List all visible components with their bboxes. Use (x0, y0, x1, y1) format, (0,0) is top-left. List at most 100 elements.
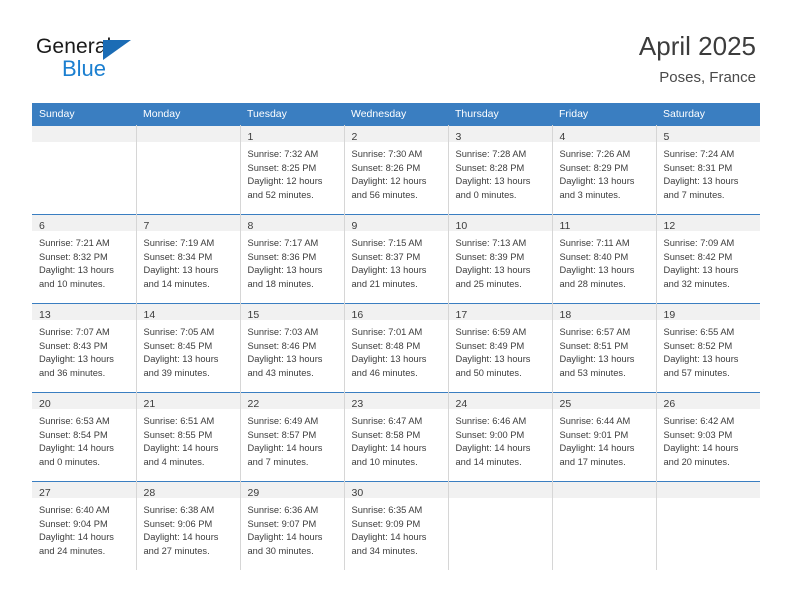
day-cell-body: Sunrise: 6:51 AM Sunset: 8:55 PM Daylight:… (137, 410, 240, 469)
day-number: 1 (247, 131, 254, 143)
calendar-day-cell[interactable]: 23 Sunrise: 6:47 AM Sunset: 8:58 PM Dayligh… (344, 392, 449, 482)
day-cell-body: Sunrise: 7:26 AM Sunset: 8:29 PM Daylight:… (553, 143, 656, 202)
day-cell-body: Sunrise: 7:15 AM Sunset: 8:37 PM Daylight:… (345, 232, 448, 291)
blue-triangle-icon (103, 40, 131, 60)
day-number-strip: 15 (240, 304, 344, 321)
daylight-text-line1: Daylight: 14 hours (247, 532, 323, 543)
sunset-text: Sunset: 8:51 PM (559, 340, 629, 351)
day-number: 14 (143, 309, 156, 321)
daylight-text-line1: Daylight: 14 hours (143, 443, 219, 454)
day-number-strip: 8 (240, 215, 344, 232)
sunrise-text: Sunrise: 7:17 AM (247, 238, 319, 248)
calendar-day-cell[interactable]: 5 Sunrise: 7:24 AM Sunset: 8:31 PM Daylight… (656, 125, 760, 215)
sunset-text: Sunset: 8:25 PM (247, 162, 317, 173)
day-cell-body: Sunrise: 7:11 AM Sunset: 8:40 PM Daylight:… (553, 232, 656, 291)
calendar-day-cell[interactable]: 21 Sunrise: 6:51 AM Sunset: 8:55 PM Dayligh… (136, 392, 241, 482)
day-cell-body: Sunrise: 6:44 AM Sunset: 9:01 PM Daylight:… (553, 410, 656, 469)
day-number: 26 (663, 398, 676, 410)
daylight-text-line2: and 57 minutes. (663, 367, 730, 378)
sunset-text: Sunset: 8:49 PM (455, 340, 525, 351)
sunset-text: Sunset: 8:48 PM (351, 340, 421, 351)
day-number-strip (136, 126, 240, 143)
calendar-day-cell[interactable]: 3 Sunrise: 7:28 AM Sunset: 8:28 PM Daylight… (448, 125, 553, 215)
calendar-week-row: 27 Sunrise: 6:40 AM Sunset: 9:04 PM Dayligh… (32, 481, 760, 570)
calendar-day-cell[interactable]: 20 Sunrise: 6:53 AM Sunset: 8:54 PM Dayligh… (32, 392, 137, 482)
calendar-day-cell[interactable]: 12 Sunrise: 7:09 AM Sunset: 8:42 PM Dayligh… (656, 214, 760, 304)
daylight-text-line1: Daylight: 14 hours (455, 443, 531, 454)
daylight-text-line1: Daylight: 14 hours (143, 532, 219, 543)
calendar-day-cell[interactable]: 24 Sunrise: 6:46 AM Sunset: 9:00 PM Dayligh… (448, 392, 553, 482)
day-cell-body: Sunrise: 7:07 AM Sunset: 8:43 PM Daylight:… (32, 321, 136, 380)
calendar-day-cell[interactable]: 22 Sunrise: 6:49 AM Sunset: 8:57 PM Dayligh… (240, 392, 345, 482)
calendar-day-cell[interactable]: 29 Sunrise: 6:36 AM Sunset: 9:07 PM Dayligh… (240, 481, 345, 570)
calendar-day-cell[interactable]: 25 Sunrise: 6:44 AM Sunset: 9:01 PM Dayligh… (552, 392, 657, 482)
day-number: 18 (559, 309, 572, 321)
daylight-text-line1: Daylight: 13 hours (559, 354, 635, 365)
calendar-day-cell-empty (136, 125, 241, 215)
day-cell-body: Sunrise: 7:17 AM Sunset: 8:36 PM Daylight:… (241, 232, 344, 291)
calendar-day-cell[interactable]: 11 Sunrise: 7:11 AM Sunset: 8:40 PM Dayligh… (552, 214, 657, 304)
daylight-text-line2: and 20 minutes. (663, 456, 730, 467)
weekday-header-saturday: Saturday (656, 103, 760, 126)
calendar-day-cell[interactable]: 30 Sunrise: 6:35 AM Sunset: 9:09 PM Dayligh… (344, 481, 449, 570)
daylight-text-line2: and 0 minutes. (455, 189, 517, 200)
day-number: 13 (39, 309, 51, 321)
day-number-strip: 2 (344, 126, 448, 143)
day-number: 2 (351, 131, 358, 143)
day-number: 30 (351, 487, 364, 499)
sunset-text: Sunset: 8:52 PM (663, 340, 733, 351)
day-number: 15 (247, 309, 260, 321)
calendar-day-cell[interactable]: 13 Sunrise: 7:07 AM Sunset: 8:43 PM Dayligh… (32, 303, 137, 393)
sunset-text: Sunset: 8:45 PM (143, 340, 213, 351)
daylight-text-line1: Daylight: 13 hours (663, 265, 739, 276)
sunset-text: Sunset: 9:09 PM (351, 518, 421, 529)
sunset-text: Sunset: 8:40 PM (559, 251, 629, 262)
day-cell-body: Sunrise: 7:32 AM Sunset: 8:25 PM Daylight:… (241, 143, 344, 202)
day-number-strip: 26 (656, 393, 760, 410)
day-number: 23 (351, 398, 364, 410)
calendar-day-cell[interactable]: 16 Sunrise: 7:01 AM Sunset: 8:48 PM Dayligh… (344, 303, 449, 393)
day-number-strip: 25 (552, 393, 656, 410)
day-number-strip: 5 (656, 126, 760, 143)
daylight-text-line2: and 25 minutes. (455, 278, 522, 289)
daylight-text-line2: and 28 minutes. (559, 278, 626, 289)
sunrise-text: Sunrise: 7:09 AM (663, 238, 735, 248)
calendar-day-cell[interactable]: 19 Sunrise: 6:55 AM Sunset: 8:52 PM Dayligh… (656, 303, 760, 393)
daylight-text-line2: and 46 minutes. (351, 367, 418, 378)
sunset-text: Sunset: 8:34 PM (143, 251, 213, 262)
sunset-text: Sunset: 9:00 PM (455, 429, 525, 440)
day-number-strip: 3 (448, 126, 552, 143)
day-number: 10 (455, 220, 468, 232)
calendar-day-cell[interactable]: 1 Sunrise: 7:32 AM Sunset: 8:25 PM Daylight… (240, 125, 345, 215)
day-number: 9 (351, 220, 358, 232)
calendar-day-cell[interactable]: 18 Sunrise: 6:57 AM Sunset: 8:51 PM Dayligh… (552, 303, 657, 393)
day-number: 24 (455, 398, 468, 410)
calendar-day-cell[interactable]: 7 Sunrise: 7:19 AM Sunset: 8:34 PM Daylight… (136, 214, 241, 304)
daylight-text-line1: Daylight: 14 hours (663, 443, 739, 454)
calendar-day-cell[interactable]: 26 Sunrise: 6:42 AM Sunset: 9:03 PM Dayligh… (656, 392, 760, 482)
calendar-day-cell[interactable]: 10 Sunrise: 7:13 AM Sunset: 8:39 PM Dayligh… (448, 214, 553, 304)
daylight-text-line1: Daylight: 14 hours (39, 532, 114, 543)
daylight-text-line1: Daylight: 14 hours (39, 443, 114, 454)
sunrise-text: Sunrise: 6:55 AM (663, 327, 735, 337)
calendar-day-cell[interactable]: 15 Sunrise: 7:03 AM Sunset: 8:46 PM Dayligh… (240, 303, 345, 393)
calendar-day-cell[interactable]: 28 Sunrise: 6:38 AM Sunset: 9:06 PM Dayligh… (136, 481, 241, 570)
calendar-day-cell[interactable]: 9 Sunrise: 7:15 AM Sunset: 8:37 PM Daylight… (344, 214, 449, 304)
calendar-day-cell[interactable]: 8 Sunrise: 7:17 AM Sunset: 8:36 PM Daylight… (240, 214, 345, 304)
calendar-day-cell[interactable]: 27 Sunrise: 6:40 AM Sunset: 9:04 PM Dayligh… (32, 481, 137, 570)
sunrise-text: Sunrise: 6:49 AM (247, 416, 319, 426)
daylight-text-line1: Daylight: 13 hours (455, 354, 531, 365)
calendar-day-cell[interactable]: 14 Sunrise: 7:05 AM Sunset: 8:45 PM Dayligh… (136, 303, 241, 393)
daylight-text-line2: and 24 minutes. (39, 545, 106, 556)
day-number-strip: 13 (32, 304, 136, 321)
day-number-strip: 9 (344, 215, 448, 232)
daylight-text-line2: and 43 minutes. (247, 367, 314, 378)
calendar-day-cell[interactable]: 17 Sunrise: 6:59 AM Sunset: 8:49 PM Dayligh… (448, 303, 553, 393)
sunrise-text: Sunrise: 7:03 AM (247, 327, 319, 337)
calendar-day-cell[interactable]: 4 Sunrise: 7:26 AM Sunset: 8:29 PM Daylight… (552, 125, 657, 215)
day-cell-body: Sunrise: 7:28 AM Sunset: 8:28 PM Daylight:… (449, 143, 552, 202)
day-number-strip: 12 (656, 215, 760, 232)
weekday-header-tuesday: Tuesday (240, 103, 344, 126)
calendar-day-cell[interactable]: 6 Sunrise: 7:21 AM Sunset: 8:32 PM Daylight… (32, 214, 137, 304)
calendar-day-cell[interactable]: 2 Sunrise: 7:30 AM Sunset: 8:26 PM Daylight… (344, 125, 449, 215)
